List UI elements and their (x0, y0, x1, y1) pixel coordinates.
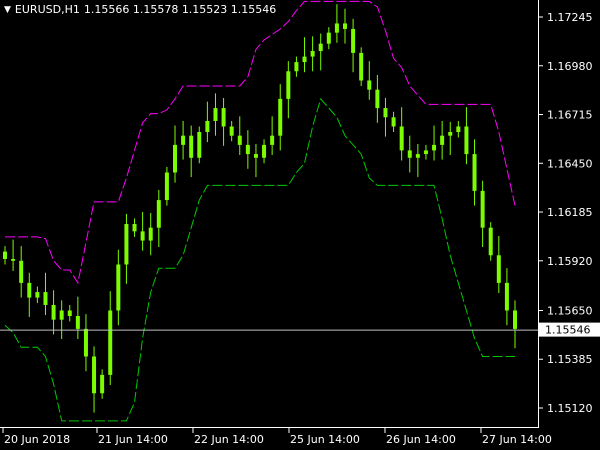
candle-body (407, 150, 412, 158)
ohlc-values: 1.15566 1.15578 1.15523 1.15546 (83, 3, 277, 16)
candle-body (51, 304, 56, 320)
price-tick-label: 1.16185 (547, 206, 593, 219)
candle-body (205, 120, 210, 132)
candle-body (326, 32, 331, 44)
candle-body (92, 356, 97, 394)
time-tick-label: 27 Jun 14:00 (482, 433, 552, 446)
candle-body (351, 28, 356, 53)
price-axis: 1.17245 1.16980 1.16715 1.16450 1.16185 1.159… (538, 11, 593, 415)
candle-body (432, 144, 437, 151)
candle-body (27, 282, 32, 298)
candle-body (513, 310, 517, 329)
candle-body (480, 190, 485, 228)
candle-body (108, 310, 113, 375)
candle-body (43, 292, 48, 305)
candle-body (440, 135, 445, 145)
time-tick-label: 21 Jun 14:00 (98, 433, 168, 446)
triangle-down-icon: ▼ (4, 4, 11, 15)
candle-body (140, 231, 145, 241)
candle-body (488, 227, 493, 256)
price-tick-label: 1.15920 (547, 255, 593, 268)
candle-body (294, 62, 299, 72)
candle-body (286, 71, 291, 99)
candle-body (383, 108, 388, 118)
candle-body (464, 126, 469, 155)
candle-body (59, 310, 64, 320)
candle-body (116, 264, 121, 311)
candle-body (229, 126, 234, 136)
candle-body (3, 251, 7, 259)
candle-body (197, 132, 202, 158)
chart-info-bar: ▼ EURUSD,H1 1.15566 1.15578 1.15523 1.15… (4, 3, 276, 16)
candle-body (221, 108, 226, 127)
candle-body (164, 172, 169, 201)
current-price-label: 1.15546 (539, 322, 600, 337)
candle-body (423, 150, 428, 155)
candle-body (359, 52, 364, 81)
candle-body (181, 135, 186, 145)
candle-body (504, 282, 509, 311)
candle-body (496, 255, 501, 283)
candle-body (100, 374, 105, 394)
candle-body (19, 260, 24, 283)
candle-body (213, 108, 218, 121)
candle-body (456, 126, 461, 132)
candle-body (448, 132, 453, 136)
candle-body (302, 56, 307, 63)
candle-body (35, 292, 40, 298)
candle-body (334, 23, 339, 33)
candle-body (132, 224, 137, 232)
candle-body (310, 51, 315, 57)
chart-background (0, 0, 600, 450)
candle-body (375, 89, 380, 109)
time-tick-label: 25 Jun 14:00 (290, 433, 360, 446)
candle-body (391, 117, 396, 127)
candle-body (11, 258, 16, 261)
price-tick-label: 1.16980 (547, 60, 593, 73)
candle-body (189, 135, 194, 158)
price-tick-label: 1.15650 (547, 304, 593, 317)
time-tick-label: 20 Jun 2018 (4, 433, 70, 446)
price-tick-label: 1.16450 (547, 157, 593, 170)
price-chart[interactable]: 1.17245 1.16980 1.16715 1.16450 1.16185 1.159… (0, 0, 600, 450)
candle-body (173, 144, 177, 173)
candle-body (278, 98, 283, 136)
candle-body (67, 310, 72, 316)
candle-body (156, 200, 161, 228)
symbol-timeframe: EURUSD,H1 (14, 3, 80, 16)
candle-body (270, 135, 275, 145)
time-tick-label: 22 Jun 14:00 (194, 433, 264, 446)
candle-body (415, 154, 420, 158)
current-price-text: 1.15546 (545, 324, 591, 337)
time-tick-label: 26 Jun 14:00 (386, 433, 456, 446)
candle-body (318, 43, 323, 52)
candle-body (343, 23, 347, 29)
candle-body (237, 135, 242, 145)
candle-body (367, 80, 372, 90)
price-tick-label: 1.15120 (547, 402, 593, 415)
price-tick-label: 1.16715 (547, 109, 593, 122)
candle-body (75, 316, 80, 329)
candle-body (245, 144, 250, 155)
candle-body (83, 328, 88, 357)
candle-body (472, 154, 477, 191)
price-tick-label: 1.17245 (547, 11, 593, 24)
candle-body (399, 126, 404, 151)
candle-body (124, 224, 129, 265)
candle-body (262, 144, 267, 158)
candle-body (148, 227, 153, 241)
candle-body (253, 154, 258, 158)
price-tick-label: 1.15385 (547, 353, 593, 366)
